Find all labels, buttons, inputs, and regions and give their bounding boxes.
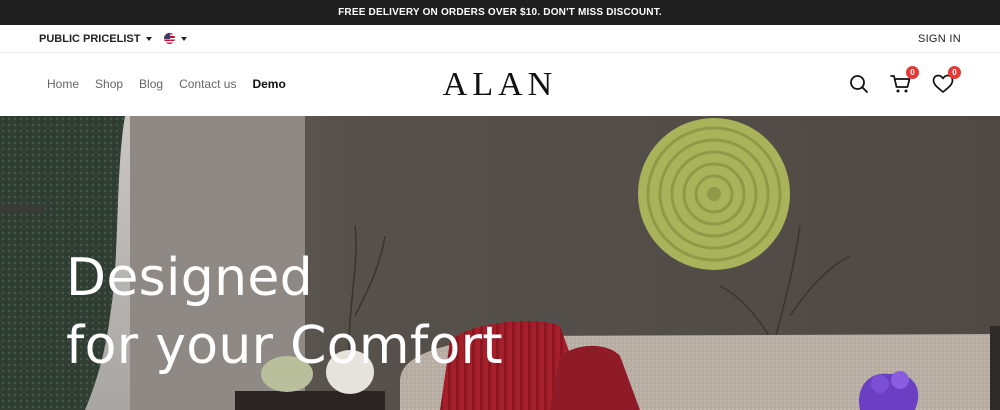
search-button[interactable] bbox=[847, 72, 871, 96]
top-bar: PUBLIC PRICELIST SIGN IN bbox=[0, 25, 1000, 53]
site-logo[interactable]: ALAN bbox=[443, 66, 557, 104]
nav-blog[interactable]: Blog bbox=[139, 77, 163, 91]
main-header: Home Shop Blog Contact us Demo ALAN 0 0 bbox=[0, 53, 1000, 115]
us-flag-icon bbox=[164, 33, 176, 44]
wall-art bbox=[638, 118, 790, 270]
hero-heading: Designed for your Comfort bbox=[66, 244, 503, 380]
sign-in-link[interactable]: SIGN IN bbox=[918, 33, 961, 45]
chevron-down-icon bbox=[181, 36, 188, 41]
nav-demo[interactable]: Demo bbox=[252, 77, 285, 91]
nav-home[interactable]: Home bbox=[47, 77, 79, 91]
announcement-bar: FREE DELIVERY ON ORDERS OVER $10. DON'T … bbox=[0, 0, 1000, 25]
header-icons: 0 0 bbox=[847, 66, 961, 96]
pricelist-dropdown[interactable]: PUBLIC PRICELIST bbox=[39, 32, 153, 45]
hero-banner: Designed for your Comfort bbox=[0, 116, 1000, 410]
announcement-text: FREE DELIVERY ON ORDERS OVER $10. DON'T … bbox=[338, 7, 662, 18]
language-dropdown[interactable] bbox=[164, 33, 188, 44]
pricelist-label: PUBLIC PRICELIST bbox=[39, 32, 141, 45]
chevron-down-icon bbox=[146, 36, 153, 41]
wishlist-count-badge: 0 bbox=[948, 66, 961, 79]
cart-count-badge: 0 bbox=[906, 66, 919, 79]
nav-contact-us[interactable]: Contact us bbox=[179, 77, 236, 91]
wishlist-button[interactable]: 0 bbox=[931, 66, 961, 96]
main-nav: Home Shop Blog Contact us Demo bbox=[47, 77, 302, 91]
cart-button[interactable]: 0 bbox=[889, 66, 919, 96]
hero-heading-line-2: for your Comfort bbox=[66, 316, 503, 376]
nav-shop[interactable]: Shop bbox=[95, 77, 123, 91]
hero-heading-line-1: Designed bbox=[66, 248, 313, 308]
search-icon bbox=[850, 75, 868, 93]
